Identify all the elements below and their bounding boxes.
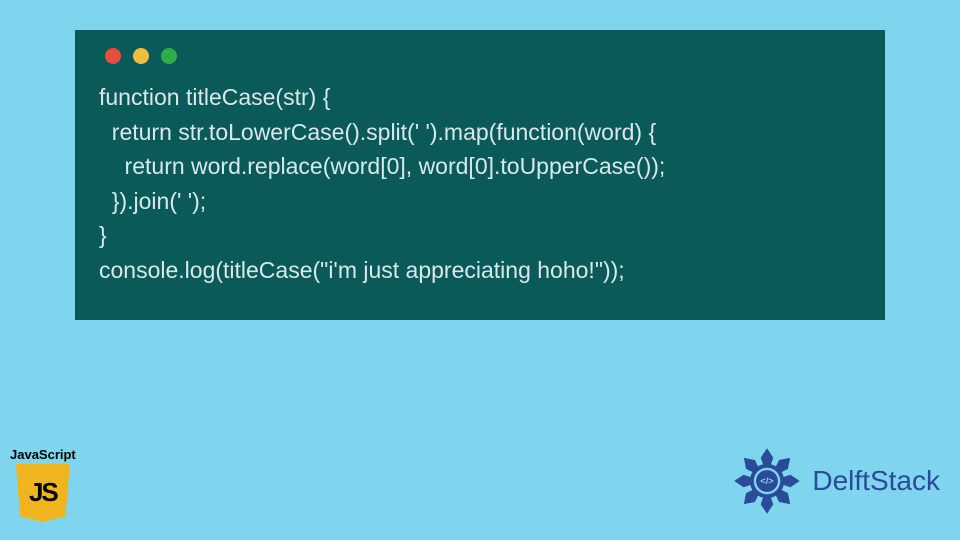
code-window: function titleCase(str) { return str.toL… — [75, 30, 885, 320]
maximize-icon[interactable] — [161, 48, 177, 64]
window-controls — [105, 48, 861, 64]
javascript-icon: JS — [16, 464, 70, 522]
javascript-label: JavaScript — [10, 447, 76, 462]
code-line: }).join(' '); — [99, 188, 206, 214]
delftstack-logo: </> DelftStack — [728, 442, 940, 520]
code-block: function titleCase(str) { return str.toL… — [99, 80, 861, 287]
minimize-icon[interactable] — [133, 48, 149, 64]
code-line: function titleCase(str) { — [99, 84, 330, 110]
code-line: } — [99, 222, 107, 248]
close-icon[interactable] — [105, 48, 121, 64]
code-line: return str.toLowerCase().split(' ').map(… — [99, 119, 656, 145]
code-line: console.log(titleCase("i'm just apprecia… — [99, 257, 625, 283]
code-line: return word.replace(word[0], word[0].toU… — [99, 153, 665, 179]
delftstack-medallion-icon: </> — [728, 442, 806, 520]
delftstack-brand-name: DelftStack — [812, 465, 940, 497]
javascript-badge: JavaScript JS — [10, 447, 76, 522]
javascript-icon-text: JS — [29, 477, 57, 508]
svg-text:</>: </> — [761, 476, 775, 486]
